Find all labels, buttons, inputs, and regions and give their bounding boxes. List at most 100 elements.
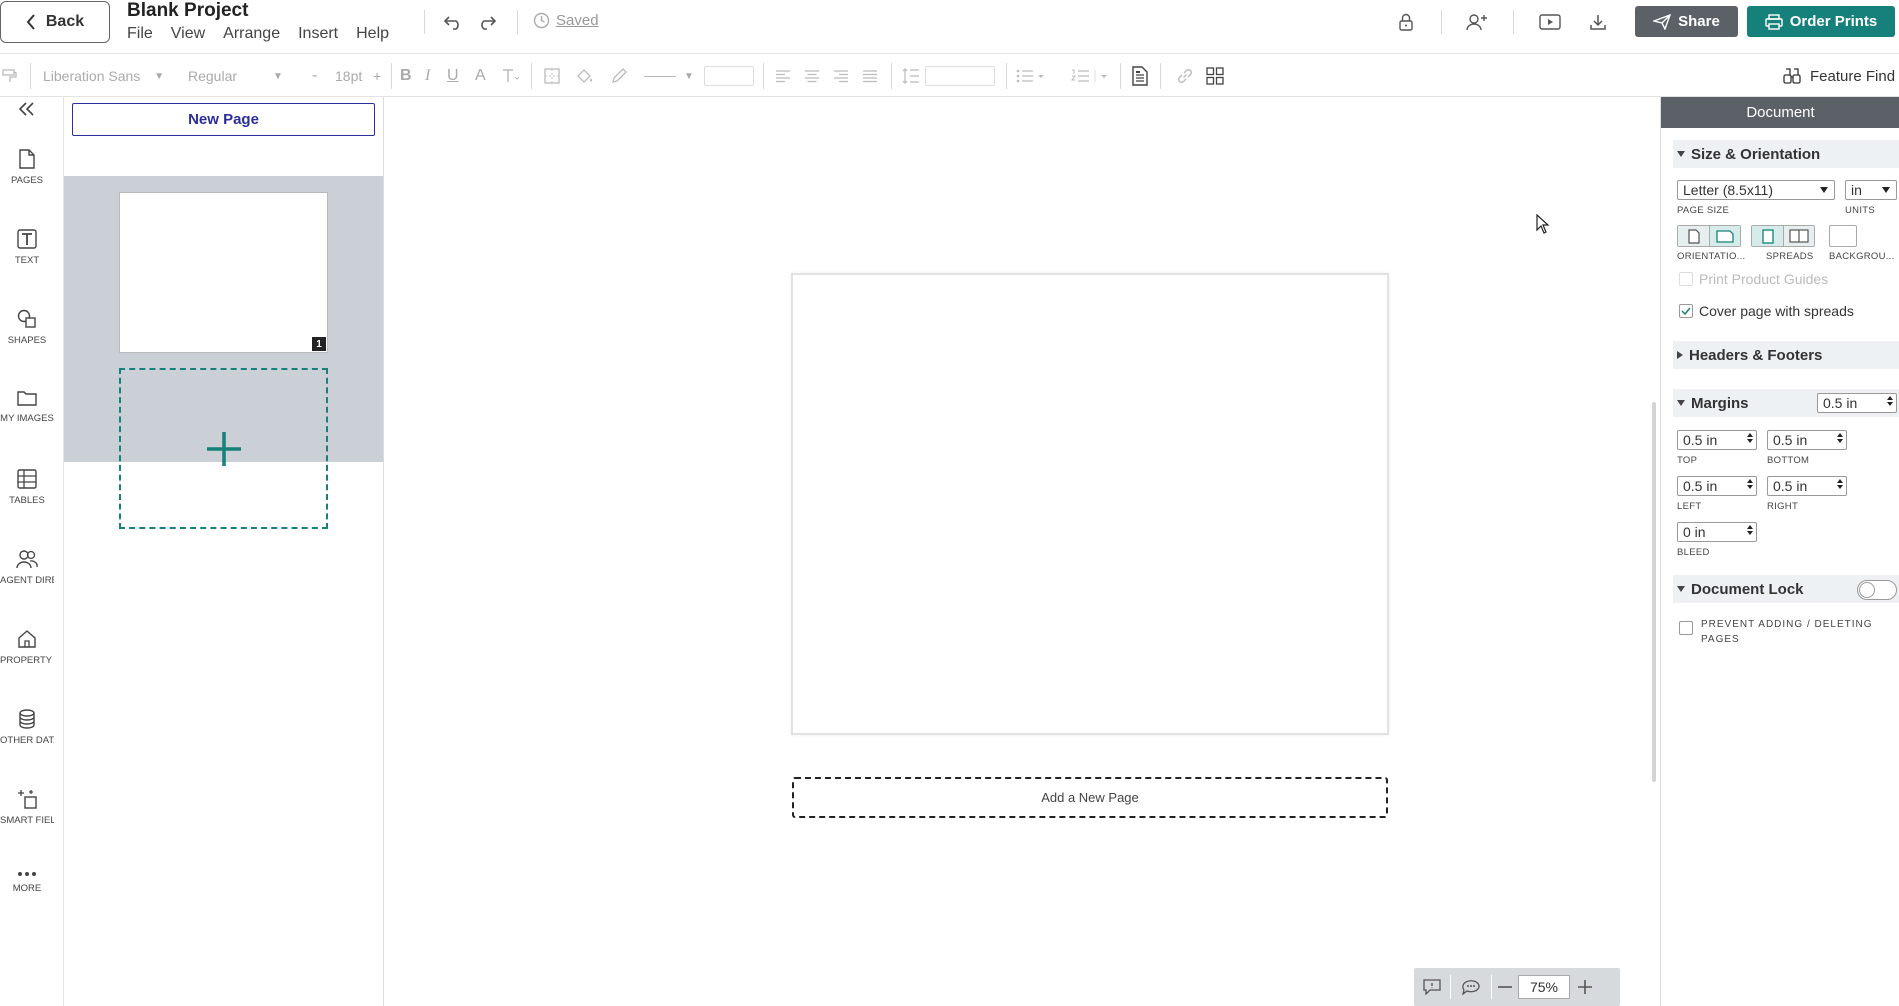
back-button[interactable]: Back bbox=[0, 1, 110, 43]
comments-button[interactable] bbox=[1451, 968, 1491, 1006]
collapse-panel-button[interactable] bbox=[14, 99, 38, 119]
project-title[interactable]: Blank Project bbox=[127, 0, 248, 22]
menu-file[interactable]: File bbox=[127, 25, 153, 43]
zoom-out-button[interactable] bbox=[1492, 968, 1518, 1006]
divider bbox=[1006, 63, 1007, 89]
cover-spreads-checkbox[interactable] bbox=[1679, 304, 1693, 318]
undo-button[interactable] bbox=[440, 10, 466, 34]
present-button[interactable] bbox=[1537, 10, 1563, 34]
line-height-button[interactable] bbox=[902, 55, 920, 97]
line-width-input[interactable] bbox=[704, 55, 754, 97]
spread-page-button[interactable] bbox=[1783, 226, 1814, 246]
spreads-label: SPREADS bbox=[1766, 251, 1814, 262]
rail-label: SHAPES bbox=[7, 335, 47, 346]
border-button[interactable] bbox=[543, 55, 561, 97]
agents-icon bbox=[16, 550, 38, 569]
numbered-list-icon bbox=[1071, 69, 1107, 82]
text-style-icon bbox=[503, 69, 520, 82]
italic-button[interactable]: I bbox=[425, 55, 430, 97]
document-lock-toggle[interactable] bbox=[1857, 580, 1897, 600]
line-height-input[interactable] bbox=[925, 55, 995, 97]
spinner-arrows-icon bbox=[1837, 433, 1843, 443]
bleed-input[interactable]: 0 in bbox=[1677, 522, 1757, 542]
add-page-thumbnail[interactable] bbox=[119, 368, 328, 529]
order-prints-button[interactable]: Order Prints bbox=[1747, 6, 1895, 37]
background-color-swatch[interactable] bbox=[1829, 225, 1857, 247]
saved-status[interactable]: Saved bbox=[533, 12, 599, 29]
single-page-button[interactable] bbox=[1752, 226, 1783, 246]
rail-item-my-images[interactable]: MY IMAGES bbox=[0, 389, 54, 424]
orientation-portrait-button[interactable] bbox=[1678, 226, 1709, 246]
font-size-decrease[interactable]: - bbox=[312, 55, 317, 97]
units-value: in bbox=[1851, 182, 1862, 198]
rail-item-property-listings[interactable]: PROPERTY LI... bbox=[0, 629, 54, 666]
canvas-scrollbar[interactable] bbox=[1652, 402, 1656, 782]
lock-button[interactable] bbox=[1394, 10, 1418, 34]
prevent-pages-line1: PREVENT ADDING / DELETING bbox=[1701, 619, 1873, 630]
section-title: Margins bbox=[1691, 394, 1749, 412]
rail-label: OTHER DATA bbox=[0, 735, 54, 746]
font-size-increase[interactable]: + bbox=[373, 55, 381, 97]
rail-item-agent-directory[interactable]: AGENT DIRE... bbox=[0, 549, 54, 586]
bullet-list-button[interactable] bbox=[1016, 55, 1044, 97]
menu-arrange[interactable]: Arrange bbox=[223, 25, 280, 43]
pen-icon bbox=[612, 68, 627, 83]
prevent-pages-label: PREVENT ADDING / DELETING PAGES bbox=[1701, 617, 1873, 647]
new-page-button[interactable]: New Page bbox=[72, 103, 375, 136]
rail-item-shapes[interactable]: SHAPES bbox=[0, 309, 54, 346]
margin-all-input[interactable]: 0.5 in bbox=[1817, 393, 1897, 413]
fill-color-button[interactable] bbox=[575, 55, 595, 97]
page-size-select[interactable]: Letter (8.5x11) bbox=[1677, 180, 1835, 200]
format-painter-button[interactable] bbox=[2, 55, 18, 97]
align-right-button[interactable] bbox=[833, 55, 849, 97]
rail-item-other-data[interactable]: OTHER DATA bbox=[0, 709, 54, 746]
align-center-button[interactable] bbox=[804, 55, 820, 97]
align-justify-button[interactable] bbox=[862, 55, 878, 97]
font-weight-select[interactable]: Regular ▼ bbox=[188, 55, 292, 97]
section-title: Headers & Footers bbox=[1689, 346, 1823, 364]
add-new-page-button[interactable]: Add a New Page bbox=[792, 777, 1388, 818]
numbered-list-button[interactable] bbox=[1071, 55, 1111, 97]
headers-footers-header[interactable]: Headers & Footers bbox=[1673, 341, 1899, 369]
feature-find-button[interactable]: Feature Find bbox=[1783, 55, 1895, 97]
rail-item-smart-fields[interactable]: SMART FIEL... bbox=[0, 789, 54, 826]
margin-top-label: TOP bbox=[1677, 455, 1698, 466]
margin-left-input[interactable]: 0.5 in bbox=[1677, 476, 1757, 496]
link-button[interactable] bbox=[1176, 55, 1194, 97]
print-guides-checkbox[interactable] bbox=[1679, 272, 1693, 286]
units-select[interactable]: in bbox=[1845, 180, 1897, 200]
margin-bottom-input[interactable]: 0.5 in bbox=[1767, 430, 1847, 450]
rail-item-pages[interactable]: PAGES bbox=[0, 149, 54, 186]
font-size-value[interactable]: 18pt bbox=[335, 55, 362, 97]
zoom-level[interactable]: 75% bbox=[1518, 975, 1570, 999]
size-orientation-header[interactable]: Size & Orientation bbox=[1673, 140, 1899, 168]
stroke-color-button[interactable] bbox=[610, 55, 628, 97]
text-style-button[interactable] bbox=[501, 55, 521, 97]
feedback-button[interactable] bbox=[1414, 968, 1450, 1006]
zoom-in-button[interactable] bbox=[1570, 968, 1600, 1006]
download-button[interactable] bbox=[1586, 10, 1610, 34]
underline-button[interactable]: U bbox=[447, 55, 459, 97]
margin-right-input[interactable]: 0.5 in bbox=[1767, 476, 1847, 496]
rail-item-text[interactable]: TEXT bbox=[0, 229, 54, 266]
rail-item-tables[interactable]: TABLES bbox=[0, 469, 54, 506]
orientation-landscape-button[interactable] bbox=[1709, 226, 1740, 246]
font-family-select[interactable]: Liberation Sans ▼ bbox=[43, 55, 165, 97]
menu-view[interactable]: View bbox=[171, 25, 205, 43]
line-style-select[interactable]: ▼ bbox=[644, 55, 704, 97]
arrange-grid-button[interactable] bbox=[1206, 55, 1224, 97]
menu-insert[interactable]: Insert bbox=[298, 25, 338, 43]
page-thumbnail[interactable]: 1 bbox=[119, 192, 328, 353]
page-layout-button[interactable] bbox=[1132, 55, 1148, 97]
share-button[interactable]: Share bbox=[1635, 6, 1738, 37]
font-color-button[interactable]: A bbox=[475, 55, 486, 97]
document-page[interactable] bbox=[791, 273, 1389, 735]
align-left-button[interactable] bbox=[775, 55, 791, 97]
prevent-pages-checkbox[interactable] bbox=[1679, 621, 1693, 635]
redo-button[interactable] bbox=[474, 10, 500, 34]
menu-help[interactable]: Help bbox=[356, 25, 389, 43]
bold-button[interactable]: B bbox=[400, 55, 412, 97]
add-collaborator-button[interactable] bbox=[1464, 10, 1490, 34]
margin-top-input[interactable]: 0.5 in bbox=[1677, 430, 1757, 450]
rail-item-more[interactable]: MORE bbox=[0, 871, 54, 894]
